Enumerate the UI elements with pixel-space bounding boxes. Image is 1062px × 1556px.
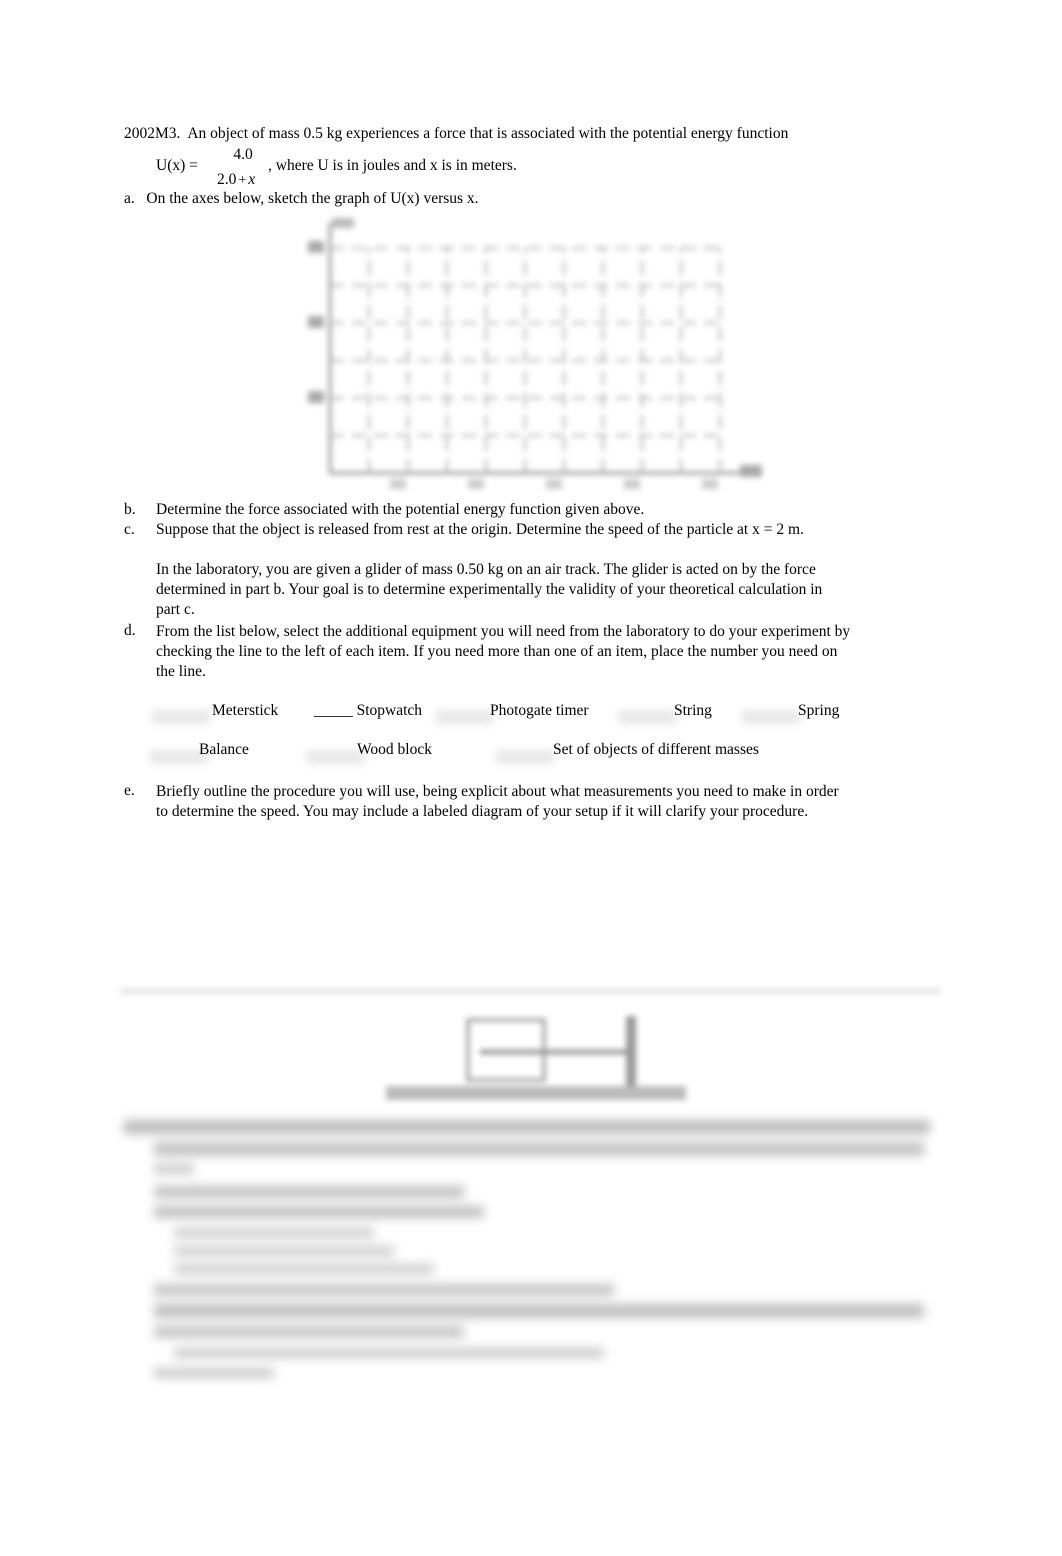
obscured-next-problem <box>124 1116 934 1386</box>
problem-intro: An object of mass 0.5 kg experiences a f… <box>187 125 789 142</box>
x-tick-label <box>390 479 406 489</box>
problem-id: 2002M3. <box>124 125 181 142</box>
problem-header: 2002M3. An object of mass 0.5 kg experie… <box>124 125 788 143</box>
part-e: Briefly outline the procedure you will u… <box>156 783 839 820</box>
equation-denominator: 2.0 + x <box>217 171 256 188</box>
diagram-table <box>386 1086 686 1100</box>
x-tick-label <box>546 479 562 489</box>
part-d-label: d. <box>124 622 136 639</box>
y-tick-label <box>308 316 324 328</box>
apparatus-svg <box>386 1016 686 1100</box>
equation-tail: , where U is in joules and x is in meter… <box>268 157 517 174</box>
x-tick-label <box>702 479 718 489</box>
y-tick-label <box>308 241 324 253</box>
equipment-spring: Spring <box>798 702 840 719</box>
section-divider <box>120 988 940 994</box>
photogate-checkbox-line[interactable] <box>436 710 494 724</box>
part-a: a. On the axes below, sketch the graph o… <box>124 190 479 207</box>
x-tick-label <box>468 479 484 489</box>
part-d: From the list below, select the addition… <box>156 623 851 680</box>
y-tick-label <box>308 391 324 403</box>
part-e-label: e. <box>124 782 135 799</box>
equipment-stopwatch: Stopwatch <box>356 702 423 719</box>
x-axis-label <box>740 465 762 477</box>
grid-svg <box>308 218 762 489</box>
equation-numerator: 4.0 <box>233 146 253 163</box>
stopwatch-checkbox-line[interactable]: _____ <box>314 702 353 719</box>
lab-intro: In the laboratory, you are given a glide… <box>156 561 823 618</box>
sketch-axes[interactable] <box>300 215 770 495</box>
spring-checkbox-line[interactable] <box>742 710 800 724</box>
meterstick-checkbox-line[interactable] <box>152 710 210 724</box>
x-tick-label <box>624 479 640 489</box>
equipment-balance: Balance <box>199 741 249 758</box>
string-checkbox-line[interactable] <box>618 710 676 724</box>
equipment-photogate-timer: Photogate timer <box>490 702 589 719</box>
equipment-meterstick: Meterstick <box>212 702 279 719</box>
stopwatch-item: _____ Stopwatch <box>314 702 422 720</box>
equation-lhs: U(x) = <box>156 157 198 174</box>
apparatus-diagram <box>360 1010 700 1110</box>
y-axis-label <box>332 218 354 228</box>
masses-checkbox-line[interactable] <box>496 750 554 764</box>
equipment-string: String <box>674 702 712 719</box>
equipment-wood-block: Wood block <box>357 741 432 758</box>
equipment-set-of-masses: Set of objects of different masses <box>553 741 759 758</box>
part-b: b. Determine the force associated with t… <box>124 501 645 518</box>
part-c: c. Suppose that the object is released f… <box>124 521 804 538</box>
wood-block-checkbox-line[interactable] <box>306 750 364 764</box>
